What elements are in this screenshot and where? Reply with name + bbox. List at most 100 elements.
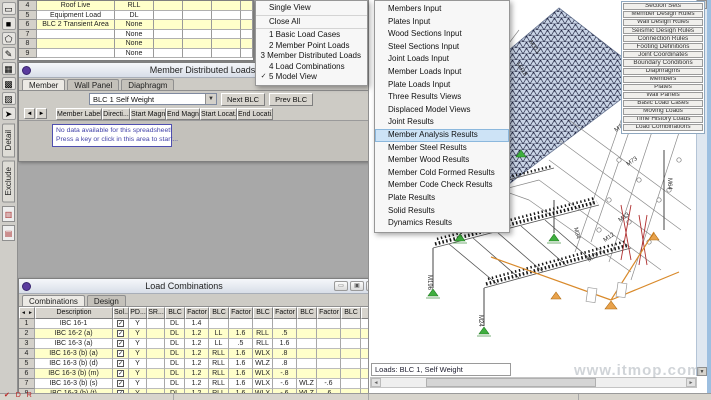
menu-item[interactable]: Dynamics Results bbox=[375, 217, 509, 230]
menu-item[interactable]: Single View bbox=[256, 3, 367, 14]
factor-cell[interactable]: 1.2 bbox=[185, 359, 209, 369]
blc-category-cell[interactable]: DL bbox=[115, 11, 154, 21]
pdelta-cell[interactable]: Y bbox=[129, 349, 147, 359]
data-entry-button[interactable]: Load Combinations bbox=[623, 124, 703, 131]
factor-cell[interactable]: 1.2 bbox=[185, 349, 209, 359]
blc-category-cell[interactable]: None bbox=[115, 49, 154, 59]
blc-empty-cell[interactable] bbox=[154, 11, 183, 21]
column-header[interactable]: Factor bbox=[273, 307, 297, 319]
menu-item[interactable]: Members Input bbox=[375, 3, 509, 16]
data-entry-button[interactable]: Section Sets bbox=[623, 3, 703, 10]
spreadsheet-row[interactable]: 5 Equipment Load DL bbox=[19, 11, 253, 21]
blc-empty-cell[interactable] bbox=[212, 11, 241, 21]
blc-empty-cell[interactable] bbox=[212, 39, 241, 49]
blc-cell[interactable] bbox=[341, 359, 361, 369]
factor-cell[interactable]: 1.6 bbox=[229, 359, 253, 369]
drawing-tool-icon[interactable]: ✎ bbox=[2, 47, 16, 60]
factor-cell[interactable]: -.8 bbox=[273, 369, 297, 379]
pdelta-cell[interactable]: Y bbox=[129, 319, 147, 329]
solve-checkbox-cell[interactable]: ✓ bbox=[113, 339, 129, 349]
blc-empty-cell[interactable] bbox=[241, 39, 253, 49]
menu-item[interactable]: Member Cold Formed Results bbox=[375, 167, 509, 180]
blc-description-cell[interactable]: Roof Live bbox=[37, 1, 115, 11]
drawing-tool-icon[interactable]: ➤ bbox=[2, 107, 16, 120]
menu-item[interactable]: Member Wood Results bbox=[375, 154, 509, 167]
srss-cell[interactable] bbox=[147, 379, 165, 389]
srss-cell[interactable] bbox=[147, 339, 165, 349]
blc-cell[interactable]: RLL bbox=[209, 349, 229, 359]
column-header[interactable]: Factor bbox=[229, 307, 253, 319]
nav-right-icon[interactable]: ► bbox=[28, 308, 33, 318]
srss-cell[interactable] bbox=[147, 359, 165, 369]
blc-empty-cell[interactable] bbox=[154, 20, 183, 30]
window-titlebar[interactable]: Load Combinations ▭ ▣ ▨ bbox=[19, 279, 384, 294]
checkbox-icon[interactable]: ✓ bbox=[117, 350, 124, 357]
factor-cell[interactable]: .5 bbox=[229, 339, 253, 349]
mdl-empty-area[interactable]: No data available for this spreadsheet! … bbox=[19, 120, 371, 161]
factor-cell[interactable] bbox=[229, 319, 253, 329]
blc-cell[interactable]: WLX bbox=[253, 379, 273, 389]
solve-checkbox-cell[interactable]: ✓ bbox=[113, 319, 129, 329]
checkbox-icon[interactable]: ✓ bbox=[117, 340, 124, 347]
blc-cell[interactable] bbox=[341, 319, 361, 329]
menu-item[interactable]: Solid Results bbox=[375, 205, 509, 218]
factor-cell[interactable] bbox=[317, 359, 341, 369]
nav-left-icon[interactable]: ◄ bbox=[24, 108, 35, 119]
menu-item[interactable]: 3 Member Distributed Loads bbox=[256, 51, 367, 62]
data-entry-button[interactable]: Moving Loads bbox=[623, 108, 703, 115]
mdl-tab[interactable]: Member bbox=[22, 79, 65, 90]
srss-cell[interactable] bbox=[147, 329, 165, 339]
menu-item[interactable]: Joint Results bbox=[375, 116, 509, 129]
data-entry-button[interactable]: Members bbox=[623, 76, 703, 83]
drawing-tool-icon[interactable]: ▨ bbox=[2, 92, 16, 105]
lc-description-cell[interactable]: IBC 16-3 (b) (s) bbox=[35, 379, 113, 389]
blc-empty-cell[interactable] bbox=[241, 1, 253, 11]
lc-tab[interactable]: Combinations bbox=[22, 295, 85, 306]
table-row[interactable]: 1 IBC 16-1 ✓ Y DL 1.4 bbox=[19, 319, 384, 329]
drawing-tool-icon[interactable]: ▩ bbox=[2, 77, 16, 90]
table-row[interactable]: 7 IBC 16-3 (b) (s) ✓ Y DL 1.2 RLL 1.6 WL… bbox=[19, 379, 384, 389]
data-entry-button[interactable]: Boundary Conditions bbox=[623, 59, 703, 66]
factor-cell[interactable]: .5 bbox=[273, 329, 297, 339]
data-entry-button[interactable]: Member Design Rules bbox=[623, 11, 703, 18]
blc-empty-cell[interactable] bbox=[241, 49, 253, 59]
chevron-down-icon[interactable]: ▼ bbox=[205, 94, 216, 104]
menu-item[interactable]: Displaced Model Views bbox=[375, 104, 509, 117]
column-header[interactable]: BLC bbox=[297, 307, 317, 319]
blc-selector-dropdown[interactable]: BLC 1 Self Weight ▼ bbox=[89, 93, 217, 105]
blc-category-cell[interactable]: None bbox=[115, 20, 154, 30]
blc-cell[interactable]: DL bbox=[165, 369, 185, 379]
table-row[interactable]: 3 IBC 16-3 (a) ✓ Y DL 1.2 LL .5 RLL 1.6 bbox=[19, 339, 384, 349]
pdelta-cell[interactable]: Y bbox=[129, 379, 147, 389]
checkbox-icon[interactable]: ✓ bbox=[117, 360, 124, 367]
menu-item[interactable]: Plate Loads Input bbox=[375, 79, 509, 92]
prev-blc-button[interactable]: Prev BLC bbox=[269, 93, 313, 106]
factor-cell[interactable]: -.6 bbox=[273, 379, 297, 389]
factor-cell[interactable]: -.6 bbox=[317, 379, 341, 389]
table-row[interactable]: 2 IBC 16-2 (a) ✓ Y DL 1.2 LL 1.6 RLL .5 bbox=[19, 329, 384, 339]
blc-empty-cell[interactable] bbox=[154, 49, 183, 59]
nav-left-icon[interactable]: ◄ bbox=[21, 308, 26, 318]
blc-cell[interactable]: WLZ bbox=[297, 379, 317, 389]
column-header[interactable]: Member Label bbox=[56, 108, 102, 120]
blc-cell[interactable]: DL bbox=[165, 379, 185, 389]
factor-cell[interactable]: 1.6 bbox=[229, 369, 253, 379]
blc-cell[interactable] bbox=[297, 369, 317, 379]
mdl-tab[interactable]: Diaphragm bbox=[121, 79, 174, 90]
blc-cell[interactable] bbox=[341, 379, 361, 389]
data-entry-button[interactable]: Wall Panels bbox=[623, 92, 703, 99]
column-header[interactable]: Factor bbox=[185, 307, 209, 319]
data-entry-button[interactable]: Plates bbox=[623, 84, 703, 91]
blc-cell[interactable]: WLZ bbox=[253, 359, 273, 369]
pdelta-cell[interactable]: Y bbox=[129, 369, 147, 379]
mdl-tab[interactable]: Wall Panel bbox=[67, 79, 119, 90]
menu-item[interactable]: Member Steel Results bbox=[375, 142, 509, 155]
column-header[interactable]: Description bbox=[35, 307, 113, 319]
solve-checkbox-cell[interactable]: ✓ bbox=[113, 359, 129, 369]
srss-cell[interactable] bbox=[147, 349, 165, 359]
menu-item[interactable]: ✓ 5 Model View bbox=[256, 72, 367, 83]
factor-cell[interactable] bbox=[317, 339, 341, 349]
table-row[interactable]: 5 IBC 16-3 (b) (d) ✓ Y DL 1.2 RLL 1.6 WL… bbox=[19, 359, 384, 369]
menu-item[interactable]: 1 Basic Load Cases bbox=[256, 28, 367, 41]
menu-item[interactable]: Close All bbox=[256, 15, 367, 28]
